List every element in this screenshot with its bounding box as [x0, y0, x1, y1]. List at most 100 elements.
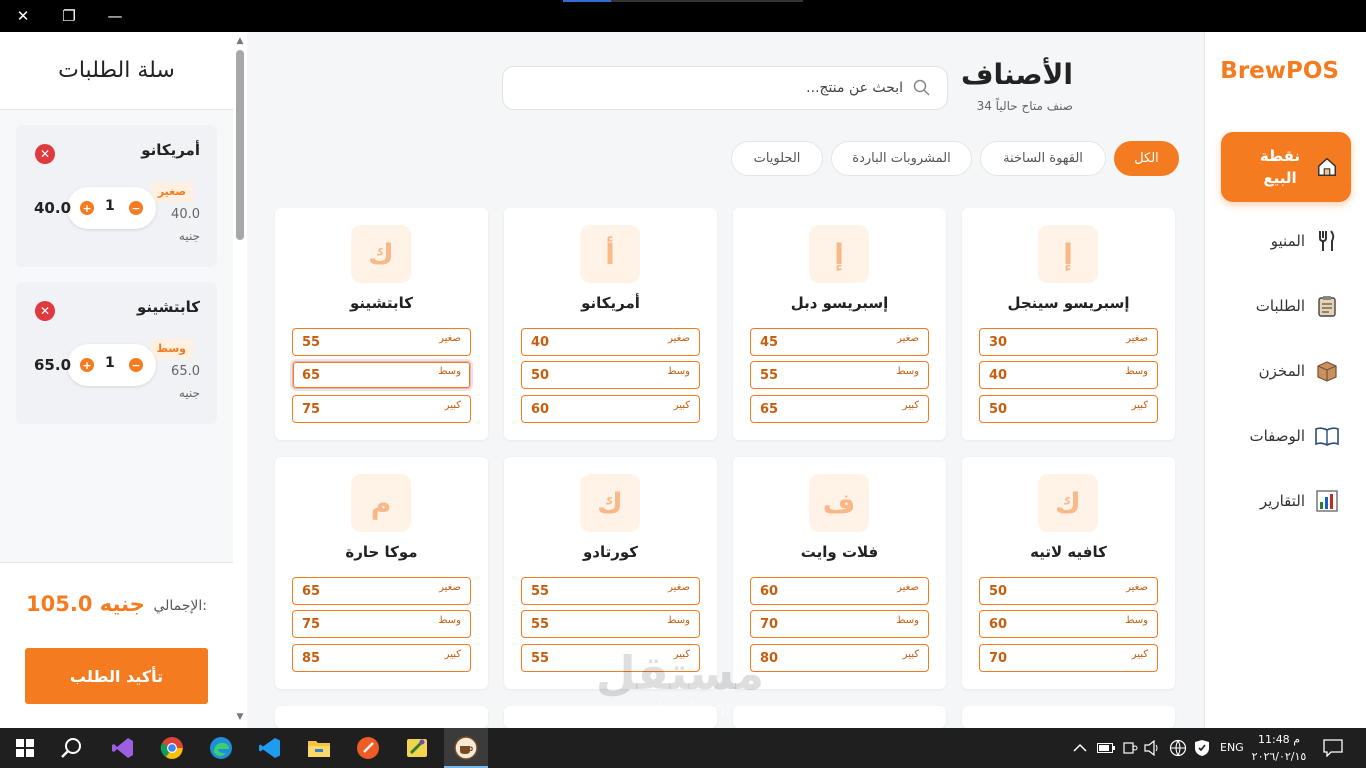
size-price-button[interactable]: كبير 55: [521, 644, 700, 672]
file-explorer-icon[interactable]: [304, 733, 334, 763]
size-price-button[interactable]: كبير 50: [979, 395, 1158, 423]
size-label: وسط: [667, 615, 690, 626]
close-window-icon[interactable]: ✕: [11, 4, 35, 28]
size-price-button[interactable]: صغير 55: [521, 577, 700, 605]
size-price-button[interactable]: كبير 70: [979, 644, 1158, 672]
scroll-down-icon[interactable]: ▼: [236, 712, 244, 722]
sidebar-item-inventory[interactable]: المخزن: [1221, 347, 1351, 395]
size-price-button[interactable]: صغير 40: [521, 328, 700, 356]
device-icon[interactable]: [1118, 733, 1142, 763]
minimize-window-icon[interactable]: —: [103, 4, 127, 28]
total-label: الإجمالي:: [153, 598, 207, 614]
scroll-up-icon[interactable]: ▲: [236, 36, 244, 46]
sidebar-item-recipes[interactable]: الوصفات: [1221, 412, 1351, 460]
remove-item-button[interactable]: ✕: [35, 144, 55, 164]
app-tools-icon[interactable]: [402, 733, 432, 763]
increase-qty-button[interactable]: +: [80, 201, 94, 215]
taskbar-clock[interactable]: 11:48 م ٢٠٢٦/٠٢/١٥: [1248, 731, 1310, 765]
sidebar-item-orders[interactable]: الطلبات: [1221, 282, 1351, 330]
filter-all[interactable]: الكل: [1114, 141, 1179, 176]
battery-icon[interactable]: [1094, 733, 1118, 763]
product-card[interactable]: إ إسبريسو دبل صغير 45 وسط 55 كبير 65: [733, 208, 946, 440]
chevron-up-icon[interactable]: [1068, 733, 1092, 763]
search-icon[interactable]: [57, 733, 87, 763]
product-avatar: ك: [580, 474, 640, 532]
product-card[interactable]: ك كابتشينو صغير 55 وسط 65 كبير 75: [275, 208, 488, 440]
size-price: 50: [531, 368, 550, 383]
size-price-button[interactable]: وسط 65: [292, 361, 471, 389]
size-label: صغير: [668, 582, 690, 593]
product-card[interactable]: [504, 706, 717, 728]
cart-item-list: أمريكانو ✕ صغير 40.0 جنيه − 1 + 40.0 كاب…: [0, 110, 233, 562]
size-price-button[interactable]: كبير 80: [750, 644, 929, 672]
volume-icon[interactable]: [1141, 733, 1165, 763]
size-price-button[interactable]: صغير 65: [292, 577, 471, 605]
product-card[interactable]: [733, 706, 946, 728]
home-icon: [1315, 155, 1339, 179]
product-card[interactable]: ك كورتادو صغير 55 وسط 55 كبير 55: [504, 457, 717, 689]
size-price-button[interactable]: وسط 40: [979, 361, 1158, 389]
brewpos-app-icon[interactable]: [451, 733, 481, 763]
restore-window-icon[interactable]: ❐: [57, 4, 81, 28]
cart-scrollbar[interactable]: ▲ ▼: [233, 32, 247, 728]
size-price-button[interactable]: وسط 60: [979, 610, 1158, 638]
size-price-button[interactable]: صغير 50: [979, 577, 1158, 605]
size-price-button[interactable]: وسط 55: [521, 610, 700, 638]
sidebar-item-menu[interactable]: المنيو: [1221, 217, 1351, 265]
sidebar-item-reports[interactable]: التقارير: [1221, 477, 1351, 525]
product-card[interactable]: [962, 706, 1175, 728]
sidebar-item-pos[interactable]: نقطة البيع: [1221, 132, 1351, 202]
security-shield-icon[interactable]: [1190, 733, 1214, 763]
language-indicator[interactable]: ENG: [1220, 741, 1244, 754]
increase-qty-button[interactable]: +: [80, 358, 94, 372]
windows-start-icon[interactable]: [10, 733, 40, 763]
size-price-button[interactable]: وسط 70: [750, 610, 929, 638]
size-price: 55: [302, 335, 321, 350]
decrease-qty-button[interactable]: −: [129, 201, 143, 215]
size-price-button[interactable]: صغير 60: [750, 577, 929, 605]
size-label: كبير: [673, 400, 690, 411]
brand-logo: BrewPOS: [1220, 58, 1339, 84]
postman-icon[interactable]: [353, 733, 383, 763]
product-card[interactable]: ك كافيه لاتيه صغير 50 وسط 60 كبير 70: [962, 457, 1175, 689]
product-card[interactable]: ف فلات وايت صغير 60 وسط 70 كبير 80: [733, 457, 946, 689]
filter-hot-coffee[interactable]: القهوة الساخنة: [980, 141, 1106, 176]
notifications-icon[interactable]: [1318, 733, 1348, 763]
size-price-button[interactable]: صغير 45: [750, 328, 929, 356]
visual-studio-icon[interactable]: [108, 733, 138, 763]
size-badge: صغير: [150, 182, 193, 202]
filter-desserts[interactable]: الحلويات: [731, 141, 823, 176]
size-price-button[interactable]: كبير 65: [750, 395, 929, 423]
cart-panel: سلة الطلبات أمريكانو ✕ صغير 40.0 جنيه − …: [0, 32, 247, 728]
size-label: وسط: [1125, 366, 1148, 377]
size-price: 85: [302, 651, 321, 666]
filter-cold-drinks[interactable]: المشروبات الباردة: [831, 141, 972, 176]
size-price-button[interactable]: صغير 30: [979, 328, 1158, 356]
size-price-button[interactable]: كبير 60: [521, 395, 700, 423]
search-input[interactable]: [523, 67, 903, 109]
decrease-qty-button[interactable]: −: [129, 358, 143, 372]
confirm-order-button[interactable]: تأكيد الطلب: [25, 648, 208, 704]
size-price-button[interactable]: كبير 85: [292, 644, 471, 672]
size-price-button[interactable]: وسط 55: [750, 361, 929, 389]
product-card[interactable]: م موكا حارة صغير 65 وسط 75 كبير 85: [275, 457, 488, 689]
size-price-button[interactable]: صغير 55: [292, 328, 471, 356]
product-card[interactable]: إ إسبريسو سينجل صغير 30 وسط 40 كبير 50: [962, 208, 1175, 440]
size-label: صغير: [897, 582, 919, 593]
unit-price: 65.0: [171, 364, 200, 379]
product-name: كورتادو: [582, 543, 639, 561]
edge-icon[interactable]: [206, 733, 236, 763]
size-price-button[interactable]: كبير 75: [292, 395, 471, 423]
network-icon[interactable]: [1166, 733, 1190, 763]
product-card[interactable]: أ أمريكانو صغير 40 وسط 50 كبير 60: [504, 208, 717, 440]
scrollbar-thumb[interactable]: [236, 50, 244, 240]
sidebar-item-label: المنيو: [1270, 232, 1305, 250]
product-card[interactable]: [275, 706, 488, 728]
vscode-icon[interactable]: [255, 733, 285, 763]
remove-item-button[interactable]: ✕: [35, 301, 55, 321]
size-price-button[interactable]: وسط 50: [521, 361, 700, 389]
size-price: 55: [531, 651, 550, 666]
chrome-icon[interactable]: [157, 733, 187, 763]
size-price-button[interactable]: وسط 75: [292, 610, 471, 638]
search-box[interactable]: [502, 66, 948, 110]
